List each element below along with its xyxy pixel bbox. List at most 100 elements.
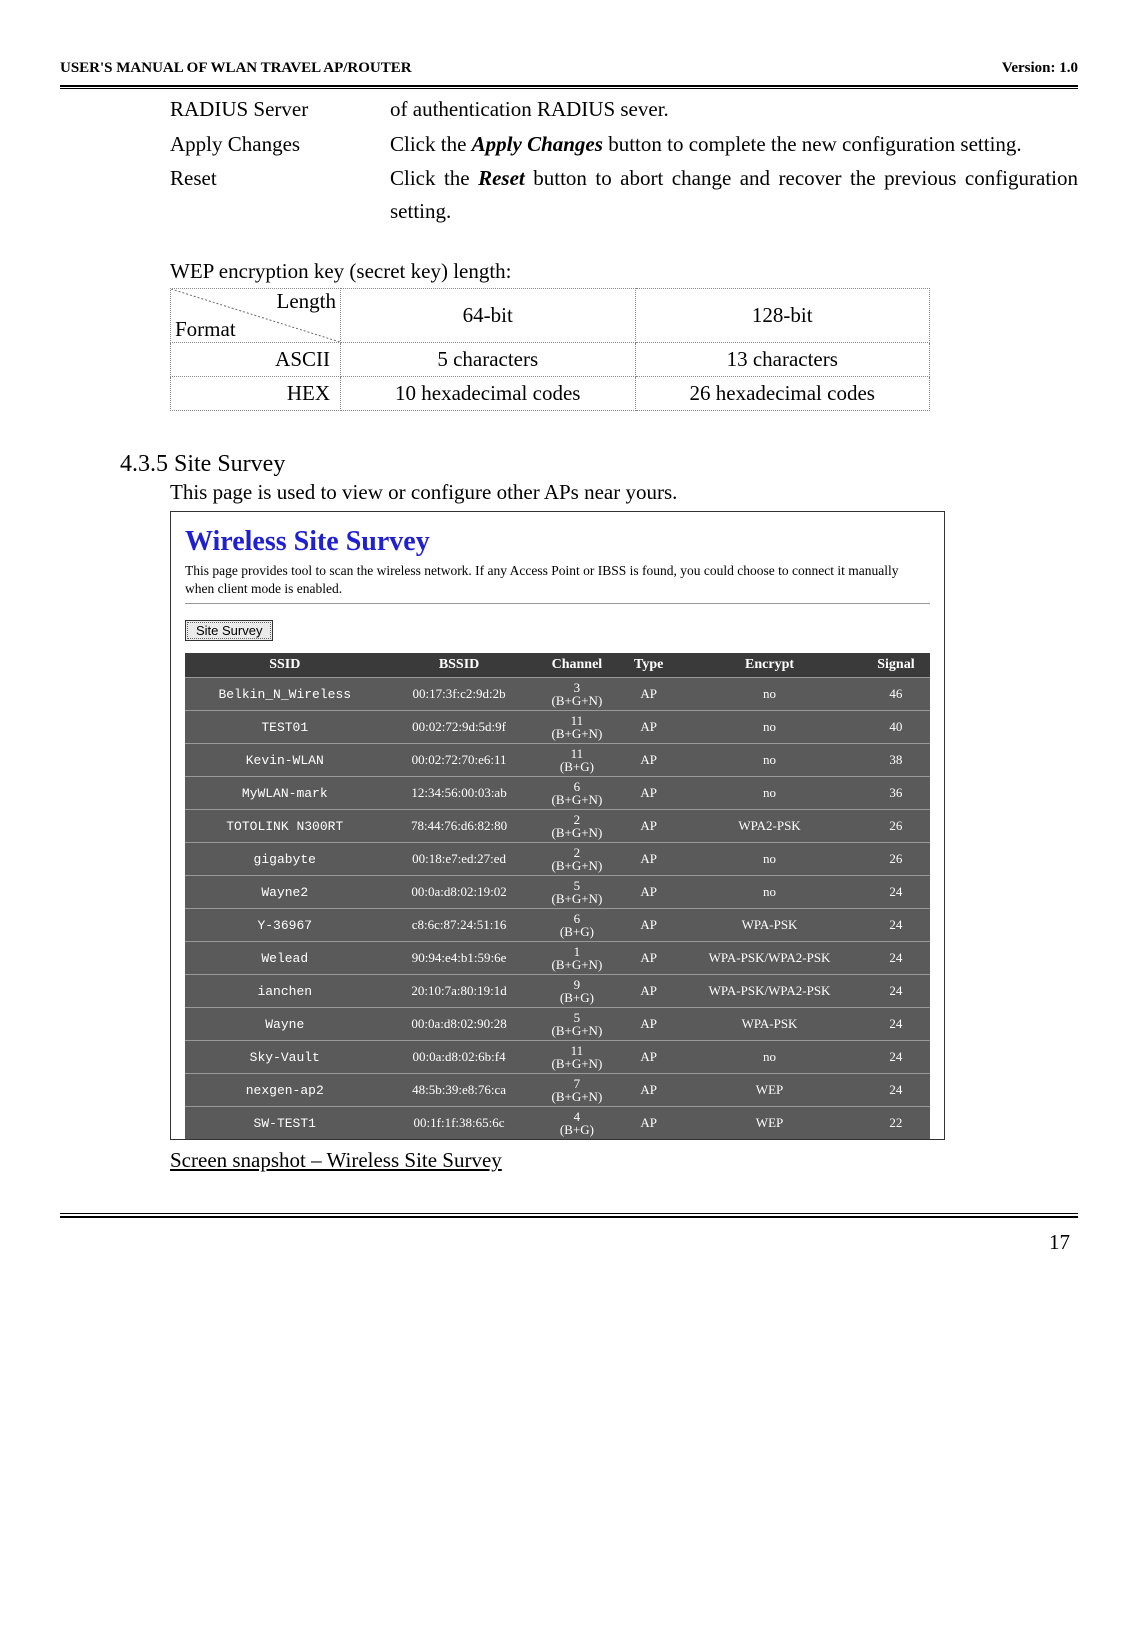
channel-cell: 7(B+G+N) [534, 1074, 621, 1107]
table-row: Wayne200:0a:d8:02:19:025(B+G+N)APno24 [185, 876, 930, 909]
ssid-cell: Y-36967 [185, 909, 385, 942]
bssid-cell: 20:10:7a:80:19:1d [385, 975, 534, 1008]
bssid-cell: 00:1f:1f:38:65:6c [385, 1107, 534, 1140]
section-intro: This page is used to view or configure o… [170, 480, 1078, 505]
encrypt-cell: WPA-PSK [677, 1008, 862, 1041]
col-encrypt: Encrypt [677, 653, 862, 678]
wep-row-ascii: ASCII [171, 343, 341, 377]
section-heading: 4.3.5 Site Survey [120, 451, 1078, 478]
encrypt-cell: WPA-PSK/WPA2-PSK [677, 975, 862, 1008]
channel-cell: 11(B+G+N) [534, 711, 621, 744]
encrypt-cell: no [677, 843, 862, 876]
type-cell: AP [620, 1107, 677, 1140]
bssid-cell: c8:6c:87:24:51:16 [385, 909, 534, 942]
ssid-cell: SW-TEST1 [185, 1107, 385, 1140]
col-signal: Signal [862, 653, 930, 678]
channel-cell: 11(B+G+N) [534, 1041, 621, 1074]
definition-desc: Click the Apply Changes button to comple… [390, 128, 1078, 161]
ssid-cell: Sky-Vault [185, 1041, 385, 1074]
header-right: Version: 1.0 [1002, 60, 1078, 77]
page-number: 17 [60, 1230, 1078, 1255]
definition-label: RADIUS Server [170, 93, 390, 126]
type-cell: AP [620, 777, 677, 810]
wep-cell: 13 characters [635, 343, 930, 377]
definition-row: ResetClick the Reset button to abort cha… [170, 162, 1078, 227]
table-row: TOTOLINK N300RT78:44:76:d6:82:802(B+G+N)… [185, 810, 930, 843]
channel-cell: 9(B+G) [534, 975, 621, 1008]
definition-label: Reset [170, 162, 390, 227]
signal-cell: 24 [862, 909, 930, 942]
channel-cell: 11(B+G) [534, 744, 621, 777]
channel-cell: 4(B+G) [534, 1107, 621, 1140]
bssid-cell: 00:0a:d8:02:19:02 [385, 876, 534, 909]
signal-cell: 24 [862, 1074, 930, 1107]
signal-cell: 22 [862, 1107, 930, 1140]
definition-desc: of authentication RADIUS sever. [390, 93, 1078, 126]
signal-cell: 36 [862, 777, 930, 810]
wep-cell: 10 hexadecimal codes [341, 377, 636, 411]
table-row: SW-TEST100:1f:1f:38:65:6c4(B+G)APWEP22 [185, 1107, 930, 1140]
table-row: gigabyte00:18:e7:ed:27:ed2(B+G+N)APno26 [185, 843, 930, 876]
header-rule [60, 88, 1078, 89]
ssid-cell: Wayne2 [185, 876, 385, 909]
table-row: TEST0100:02:72:9d:5d:9f11(B+G+N)APno40 [185, 711, 930, 744]
signal-cell: 26 [862, 843, 930, 876]
bssid-cell: 90:94:e4:b1:59:6e [385, 942, 534, 975]
bssid-cell: 00:18:e7:ed:27:ed [385, 843, 534, 876]
encrypt-cell: no [677, 711, 862, 744]
definition-row: Apply ChangesClick the Apply Changes but… [170, 128, 1078, 161]
signal-cell: 26 [862, 810, 930, 843]
signal-cell: 24 [862, 1041, 930, 1074]
channel-cell: 2(B+G+N) [534, 810, 621, 843]
type-cell: AP [620, 1074, 677, 1107]
wep-table: Length Format 64-bit 128-bit ASCII 5 cha… [170, 288, 930, 411]
channel-cell: 3(B+G+N) [534, 678, 621, 711]
ssid-cell: TEST01 [185, 711, 385, 744]
type-cell: AP [620, 711, 677, 744]
definition-row: RADIUS Serverof authentication RADIUS se… [170, 93, 1078, 126]
ssid-cell: nexgen-ap2 [185, 1074, 385, 1107]
definition-desc: Click the Reset button to abort change a… [390, 162, 1078, 227]
bssid-cell: 00:02:72:70:e6:11 [385, 744, 534, 777]
wep-col-64: 64-bit [341, 289, 636, 343]
col-channel: Channel [534, 653, 621, 678]
table-row: ianchen20:10:7a:80:19:1d9(B+G)APWPA-PSK/… [185, 975, 930, 1008]
table-row: Sky-Vault00:0a:d8:02:6b:f411(B+G+N)APno2… [185, 1041, 930, 1074]
type-cell: AP [620, 744, 677, 777]
channel-cell: 6(B+G) [534, 909, 621, 942]
site-survey-panel: Wireless Site Survey This page provides … [170, 511, 945, 1140]
table-row: Welead90:94:e4:b1:59:6e1(B+G+N)APWPA-PSK… [185, 942, 930, 975]
wep-col-128: 128-bit [635, 289, 930, 343]
type-cell: AP [620, 876, 677, 909]
definition-label: Apply Changes [170, 128, 390, 161]
type-cell: AP [620, 678, 677, 711]
page-header: USER'S MANUAL OF WLAN TRAVEL AP/ROUTER V… [60, 60, 1078, 85]
encrypt-cell: WPA2-PSK [677, 810, 862, 843]
signal-cell: 38 [862, 744, 930, 777]
wep-caption: WEP encryption key (secret key) length: [170, 259, 1078, 284]
encrypt-cell: no [677, 678, 862, 711]
channel-cell: 2(B+G+N) [534, 843, 621, 876]
bssid-cell: 00:17:3f:c2:9d:2b [385, 678, 534, 711]
signal-cell: 40 [862, 711, 930, 744]
snapshot-caption: Screen snapshot – Wireless Site Survey [170, 1148, 1078, 1173]
encrypt-cell: no [677, 876, 862, 909]
wep-cell: 5 characters [341, 343, 636, 377]
encrypt-cell: no [677, 777, 862, 810]
wep-corner-cell: Length Format [171, 289, 341, 343]
type-cell: AP [620, 909, 677, 942]
bssid-cell: 12:34:56:00:03:ab [385, 777, 534, 810]
bssid-cell: 00:0a:d8:02:90:28 [385, 1008, 534, 1041]
survey-description: This page provides tool to scan the wire… [185, 562, 930, 597]
signal-cell: 24 [862, 975, 930, 1008]
type-cell: AP [620, 843, 677, 876]
site-survey-button[interactable]: Site Survey [185, 620, 273, 641]
encrypt-cell: WEP [677, 1107, 862, 1140]
bssid-cell: 00:02:72:9d:5d:9f [385, 711, 534, 744]
corner-length: Length [277, 289, 336, 314]
type-cell: AP [620, 1008, 677, 1041]
footer-rule [60, 1216, 1078, 1218]
col-type: Type [620, 653, 677, 678]
corner-format: Format [175, 317, 236, 342]
bssid-cell: 48:5b:39:e8:76:ca [385, 1074, 534, 1107]
